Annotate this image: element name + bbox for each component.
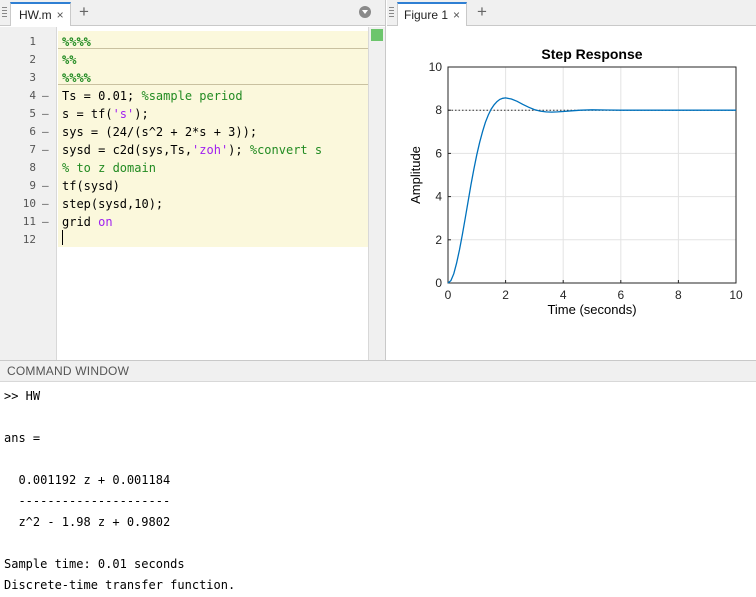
plot-area[interactable] [448,67,736,283]
code-line[interactable]: %%%% [62,69,91,87]
code-string: on [98,215,113,229]
line-number: 6 [29,125,36,138]
step-response-chart[interactable]: 0 2 4 6 8 10 0 2 4 6 8 10 Step Response Time (seconds… [387,27,756,360]
tab-label: HW.m [19,8,52,22]
line-number: 7 [29,143,36,156]
code-line[interactable]: % to z domain [62,159,156,177]
code-line[interactable]: tf(sysd) [62,177,120,195]
command-output-line: z^2 - 1.98 z + 0.9802 [4,515,171,529]
execution-marker[interactable]: – [42,179,49,192]
tab-hw-m[interactable]: HW.m × [10,2,71,26]
line-number: 1 [29,35,36,48]
code-token: grid [62,215,99,229]
tab-menu-icon[interactable] [359,6,371,18]
x-tick-label: 2 [502,288,509,302]
editor-pane: HW.m × + 1 2 3 4–5–6–7–8 9–10–11–12 %%%%%%%%%… [0,0,386,360]
execution-marker[interactable]: – [42,215,49,228]
x-tick-label: 10 [729,288,743,302]
code-token: step(sysd,10); [62,197,164,211]
code-comment: %sample period [141,89,243,103]
y-tick-label: 0 [435,276,442,290]
code-comment: %%%% [62,35,91,49]
command-output-line: Discrete-time transfer function. [4,578,236,592]
code-line[interactable]: s = tf('s'); [62,105,149,123]
code-token: tf(sysd) [62,179,120,193]
command-window[interactable]: COMMAND WINDOW >> HW ans = 0.001192 z + 0… [0,360,756,597]
x-tick-label: 4 [560,288,567,302]
line-number: 3 [29,71,36,84]
command-output-line: --------------------- [4,494,171,508]
execution-marker[interactable]: – [42,107,49,120]
tab-label: Figure 1 [404,8,449,22]
line-number: 2 [29,53,36,66]
close-tab-icon[interactable]: × [57,8,64,22]
text-cursor [62,230,63,245]
code-string: 's' [112,107,135,121]
code-token: sysd = c2d(sys,Ts, [62,143,193,157]
y-tick-label: 6 [435,146,442,160]
editor-tab-bar: HW.m × + [0,0,385,26]
code-comment: %% [62,53,77,67]
cell-divider [58,48,368,49]
close-tab-icon[interactable]: × [453,8,460,22]
code-line[interactable]: grid on [62,213,113,231]
code-line[interactable]: sys = (24/(s^2 + 2*s + 3)); [62,123,257,141]
code-token: s = tf( [62,107,113,121]
code-comment: %convert s [249,143,323,157]
add-tab-icon[interactable]: + [477,3,487,21]
code-token: ); [134,107,149,121]
line-number: 5 [29,107,36,120]
line-number: 11 [22,215,36,228]
code-token: ); [228,143,250,157]
x-axis-label: Time (seconds) [547,302,636,317]
execution-marker[interactable]: – [42,197,49,210]
y-tick-label: 2 [435,233,442,247]
figure-tab-bar: Figure 1 × + [387,0,756,26]
code-line[interactable]: Ts = 0.01; %sample period [62,87,243,105]
execution-marker[interactable]: – [42,125,49,138]
command-output-line: >> HW [4,389,41,403]
x-tick-label: 0 [445,288,452,302]
cell-divider [58,84,368,85]
x-tick-label: 8 [675,288,682,302]
line-number: 10 [22,197,36,210]
drag-grip-icon[interactable] [389,7,394,19]
y-tick-label: 8 [435,103,442,117]
code-editor[interactable]: %%%%%%%%%% Ts = 0.01; %sample period s = t… [58,27,368,360]
line-number-gutter: 1 2 3 4–5–6–7–8 9–10–11–12 [0,27,57,360]
drag-grip-icon[interactable] [2,7,7,19]
code-line[interactable]: step(sysd,10); [62,195,163,213]
line-number: 8 [29,161,36,174]
code-line[interactable]: %% [62,51,76,69]
line-number: 12 [22,233,36,246]
chart-title: Step Response [541,46,642,62]
y-axis-label: Amplitude [408,146,423,204]
line-number: 9 [29,179,36,192]
code-line[interactable]: sysd = c2d(sys,Ts,'zoh'); %convert s [62,141,322,159]
line-number: 4 [29,89,36,102]
execution-marker[interactable]: – [42,89,49,102]
x-tick-label: 6 [617,288,624,302]
editor-scrollbar[interactable] [368,27,385,360]
code-token: Ts = 0.01; [62,89,142,103]
code-string: 'zoh' [192,143,229,157]
figure-pane: Figure 1 × + 0 2 4 6 8 10 0 2 4 6 8 10 Step Response T… [387,0,756,360]
code-comment: %%%% [62,71,91,85]
y-tick-label: 4 [435,190,442,204]
code-status-indicator[interactable] [371,29,383,41]
code-token: sys = (24/(s^2 + 2*s + 3)); [62,125,258,139]
code-line[interactable]: %%%% [62,33,91,51]
code-comment: % to z domain [62,161,156,175]
execution-marker[interactable]: – [42,143,49,156]
command-output-line: 0.001192 z + 0.001184 [4,473,171,487]
command-output-line: ans = [4,431,41,445]
add-tab-icon[interactable]: + [79,3,89,21]
y-tick-label: 10 [429,60,443,74]
command-window-header: COMMAND WINDOW [0,361,756,382]
tab-figure-1[interactable]: Figure 1 × [397,2,468,26]
command-output-line: Sample time: 0.01 seconds [4,557,185,571]
